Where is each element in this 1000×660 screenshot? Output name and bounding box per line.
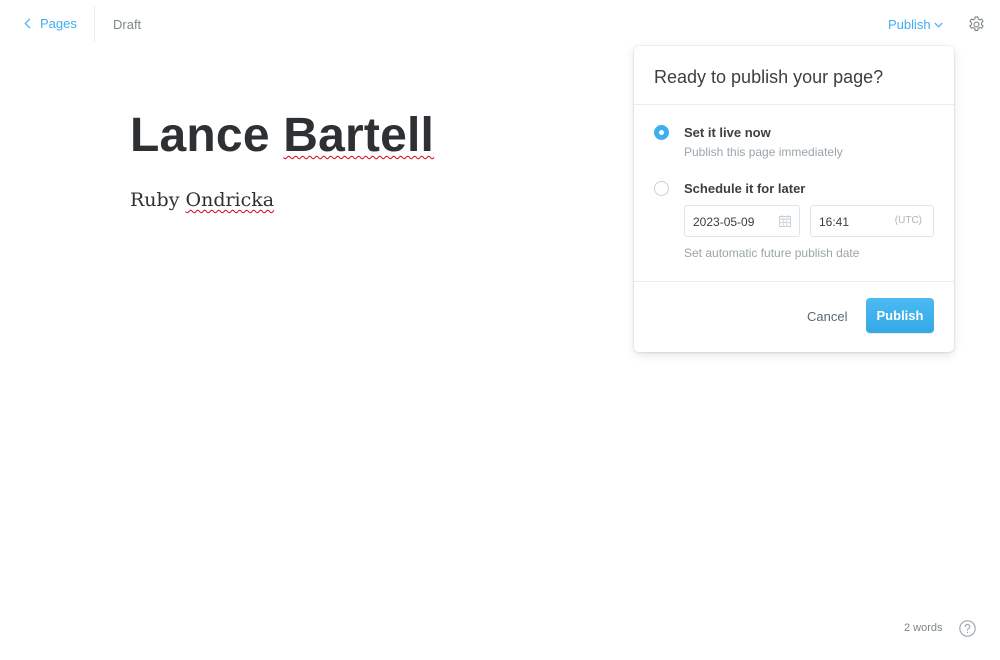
- option-schedule-later-label: Schedule it for later: [684, 181, 806, 196]
- radio-publish-now[interactable]: [654, 125, 669, 140]
- post-status: Draft: [113, 17, 142, 32]
- gear-icon[interactable]: [967, 15, 986, 34]
- publish-popover: Ready to publish your page? Set it live …: [634, 46, 954, 352]
- chevron-down-icon: [934, 22, 943, 28]
- radio-schedule-later[interactable]: [654, 181, 669, 196]
- schedule-date-value: 2023-05-09: [693, 215, 755, 229]
- popover-footer: Cancel Publish: [634, 281, 954, 352]
- option-publish-now-description: Publish this page immediately: [684, 145, 843, 159]
- schedule-help-text: Set automatic future publish date: [684, 246, 860, 260]
- back-to-pages-link[interactable]: Pages: [24, 16, 77, 31]
- popover-title: Ready to publish your page?: [634, 46, 954, 105]
- timezone-label: (UTC): [894, 215, 922, 226]
- cancel-button[interactable]: Cancel: [807, 309, 847, 324]
- editor-header: Pages Draft Publish: [0, 0, 1000, 48]
- header-divider: [94, 6, 95, 42]
- publish-button[interactable]: Publish: [866, 298, 934, 333]
- schedule-time-input[interactable]: 16:41 (UTC): [810, 205, 934, 237]
- option-schedule-later[interactable]: Schedule it for later: [654, 181, 914, 199]
- title-word-misspelled: Bartell: [283, 109, 435, 162]
- word-count: 2 words: [904, 622, 943, 634]
- calendar-icon: [779, 215, 791, 227]
- title-word: Lance: [130, 109, 270, 162]
- body-word: Ruby: [130, 189, 180, 211]
- back-link-label: Pages: [40, 16, 77, 31]
- post-body[interactable]: Ruby Ondricka: [130, 189, 274, 211]
- question-circle-icon[interactable]: [959, 620, 976, 637]
- schedule-date-input[interactable]: 2023-05-09: [684, 205, 800, 237]
- schedule-time-value: 16:41: [819, 215, 850, 229]
- publish-menu-trigger[interactable]: Publish: [888, 17, 943, 32]
- option-publish-now[interactable]: Set it live now Publish this page immedi…: [654, 125, 914, 161]
- publish-menu-label: Publish: [888, 17, 931, 32]
- body-word-misspelled: Ondricka: [185, 189, 275, 211]
- post-title[interactable]: Lance Bartell: [130, 108, 434, 163]
- chevron-left-icon: [24, 18, 31, 29]
- option-publish-now-label: Set it live now: [684, 125, 771, 140]
